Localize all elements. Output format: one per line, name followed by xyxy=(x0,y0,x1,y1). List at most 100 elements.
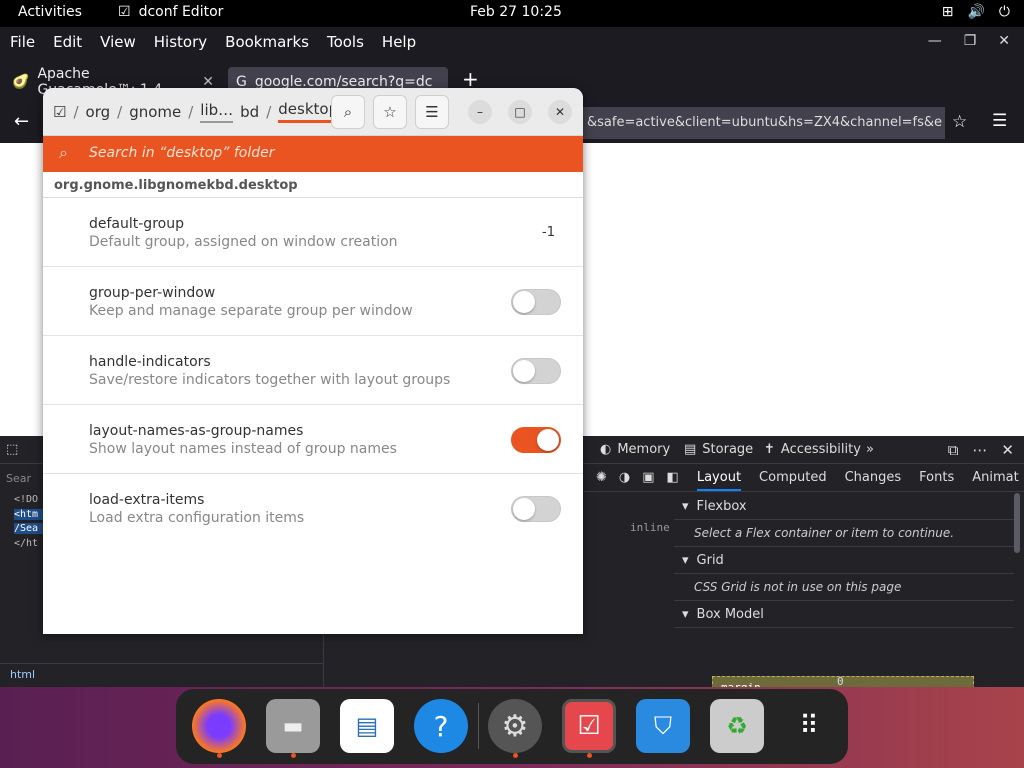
key-description: Load extra configuration items xyxy=(89,510,305,526)
menu-tools[interactable]: Tools xyxy=(327,33,364,51)
print-icon[interactable]: ▣ xyxy=(642,470,654,485)
devtools-close-icon[interactable]: ✕ xyxy=(1001,441,1014,459)
menu-edit[interactable]: Edit xyxy=(53,33,82,51)
dconf-logo-icon[interactable]: ☑ xyxy=(53,103,66,121)
toggle-switch[interactable] xyxy=(511,289,561,315)
hamburger-menu-icon[interactable]: ☰ xyxy=(992,111,1007,131)
app-menu[interactable]: ☑ dconf Editor xyxy=(118,4,223,20)
scrollbar[interactable] xyxy=(1014,493,1020,553)
key-row-layout-names[interactable]: layout-names-as-group-names Show layout … xyxy=(43,405,583,474)
toggle-switch[interactable] xyxy=(511,496,561,522)
switch-knob xyxy=(537,429,559,451)
key-description: Keep and manage separate group per windo… xyxy=(89,303,413,319)
search-bar[interactable]: ⌕ Search in “desktop” folder xyxy=(43,136,583,172)
code-line-selected[interactable]: /Sea xyxy=(14,523,44,534)
maximize-icon: □ xyxy=(514,105,526,119)
dconf-editor-icon[interactable]: ☑ xyxy=(562,699,616,753)
dark-theme-icon[interactable]: ◑ xyxy=(619,470,630,485)
flexbox-header[interactable]: ▾ Flexbox xyxy=(674,493,1014,520)
storage-icon: ▤ xyxy=(684,442,697,457)
schema-header: org.gnome.libgnomekbd.desktop xyxy=(43,172,583,198)
path-crumb-desktop[interactable]: desktop xyxy=(278,100,339,123)
key-row-handle-indicators[interactable]: handle-indicators Save/restore indicator… xyxy=(43,336,583,405)
split-pane-icon[interactable]: ◧ xyxy=(667,470,679,485)
subtab-changes[interactable]: Changes xyxy=(845,470,902,485)
path-crumb-bd[interactable]: bd xyxy=(240,103,259,121)
code-line[interactable]: <!DO xyxy=(14,494,38,505)
element-picker-icon[interactable]: ⬚ xyxy=(6,442,18,458)
search-input[interactable]: Search in “desktop” folder xyxy=(89,145,275,161)
url-bar[interactable]: &safe=active&client=ubuntu&hs=ZX4&channe… xyxy=(583,107,945,139)
restore-icon[interactable]: ❐ xyxy=(964,33,977,49)
more-tabs-icon[interactable]: » xyxy=(866,442,874,457)
search-icon: ⌕ xyxy=(343,103,353,121)
activities-button[interactable]: Activities xyxy=(18,4,82,20)
path-crumb-gnome[interactable]: gnome xyxy=(129,103,181,121)
maximize-button[interactable]: □ xyxy=(508,100,532,124)
breadcrumb-html[interactable]: html xyxy=(10,668,35,681)
tab-label: Storage xyxy=(702,442,754,457)
minimize-icon[interactable]: — xyxy=(928,33,942,49)
tab-storage[interactable]: ▤ Storage xyxy=(684,442,753,457)
search-button[interactable]: ⌕ xyxy=(331,95,365,129)
menu-bookmarks[interactable]: Bookmarks xyxy=(225,33,309,51)
guacamole-favicon-icon: 🥑 xyxy=(12,74,30,90)
rule-view-tabs: ✺ ◑ ▣ ◧ Layout Computed Changes Fonts An… xyxy=(584,464,1024,492)
firefox-icon[interactable] xyxy=(192,699,246,753)
key-row-load-extra-items[interactable]: load-extra-items Load extra configuratio… xyxy=(43,474,583,543)
code-line[interactable]: </ht xyxy=(14,538,38,549)
window-controls: — ❐ ✕ xyxy=(928,33,1010,49)
path-crumb-lib[interactable]: lib… xyxy=(200,101,234,123)
help-icon[interactable]: ? xyxy=(414,699,468,753)
toggle-switch[interactable] xyxy=(511,358,561,384)
main-menu-button[interactable]: ☰ xyxy=(415,95,449,129)
dock-side-icon[interactable]: ⧉ xyxy=(948,441,959,459)
inspector-search[interactable]: Sear xyxy=(6,472,31,485)
close-icon[interactable]: ✕ xyxy=(998,33,1010,49)
boxmodel-header[interactable]: ▾ Box Model xyxy=(674,601,1014,628)
tab-accessibility[interactable]: ✝ Accessibility xyxy=(764,442,861,457)
tab-label: Accessibility xyxy=(780,442,861,457)
subtab-computed[interactable]: Computed xyxy=(759,470,827,485)
clock[interactable]: Feb 27 10:25 xyxy=(470,4,562,20)
subtab-layout[interactable]: Layout xyxy=(696,470,742,491)
menu-history[interactable]: History xyxy=(154,33,207,51)
running-indicator xyxy=(217,753,222,758)
network-icon: ⊞ xyxy=(941,4,954,20)
collapse-arrow-icon: ▾ xyxy=(682,606,689,622)
bookmark-button[interactable]: ☆ xyxy=(373,95,407,129)
section-title: Box Model xyxy=(696,606,764,622)
software-store-icon[interactable]: ⛉ xyxy=(636,699,690,753)
menu-file[interactable]: File xyxy=(10,33,35,51)
toggle-switch[interactable] xyxy=(511,427,561,453)
settings-icon[interactable]: ⚙ xyxy=(488,699,542,753)
minimize-button[interactable]: – xyxy=(468,100,492,124)
back-arrow-icon[interactable]: ← xyxy=(14,111,29,132)
bookmark-star-icon[interactable]: ☆ xyxy=(952,112,967,132)
tab-memory[interactable]: ◐ Memory xyxy=(600,442,670,457)
key-name: default-group xyxy=(89,216,184,232)
document-viewer-icon[interactable]: ▤ xyxy=(340,699,394,753)
subtab-fonts[interactable]: Fonts xyxy=(919,470,954,485)
key-row-default-group[interactable]: default-group Default group, assigned on… xyxy=(43,198,583,267)
more-options-icon[interactable]: ⋯ xyxy=(972,441,987,459)
code-line-selected[interactable]: <htm xyxy=(14,509,44,520)
menu-view[interactable]: View xyxy=(100,33,136,51)
key-row-group-per-window[interactable]: group-per-window Keep and manage separat… xyxy=(43,267,583,336)
show-apps-icon[interactable]: ⠿ xyxy=(782,699,836,753)
menu-help[interactable]: Help xyxy=(382,33,416,51)
subtab-animations[interactable]: Animat xyxy=(972,470,1018,485)
close-button[interactable]: ✕ xyxy=(548,100,572,124)
path-crumb-org[interactable]: org xyxy=(86,103,111,121)
grid-note: CSS Grid is not in use on this page xyxy=(674,574,1014,601)
grid-icon: ⠿ xyxy=(799,711,819,741)
memory-icon: ◐ xyxy=(600,442,612,457)
grid-header[interactable]: ▾ Grid xyxy=(674,547,1014,574)
trash-icon[interactable]: ♻ xyxy=(710,699,764,753)
light-theme-icon[interactable]: ✺ xyxy=(596,470,607,485)
search-icon: ⌕ xyxy=(59,143,68,162)
system-tray[interactable]: ⊞ 🔊 ⏻ xyxy=(942,4,1010,20)
inline-label: inline xyxy=(630,521,670,534)
files-icon[interactable]: ▬ xyxy=(266,699,320,753)
check-icon: ☑ xyxy=(577,711,601,741)
